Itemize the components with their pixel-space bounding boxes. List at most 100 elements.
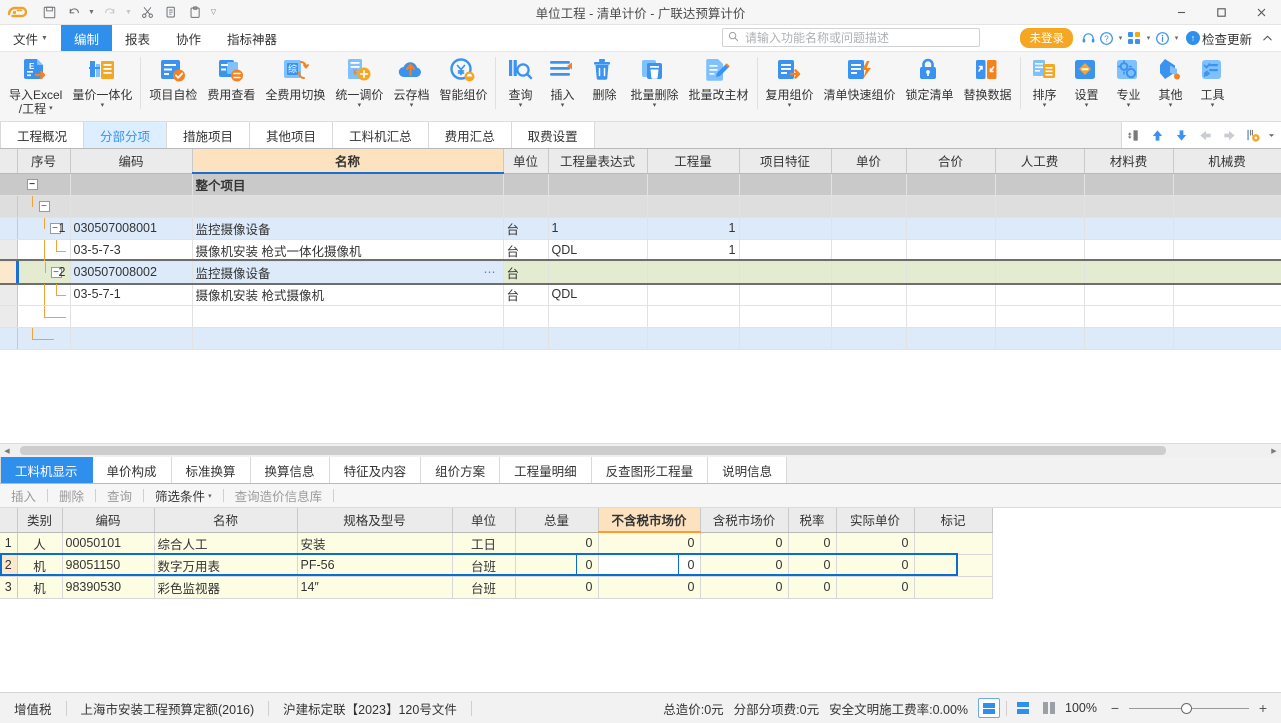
cell-unit[interactable]: 台 [503,283,549,306]
move-down-icon[interactable] [1170,123,1192,147]
mcell-code[interactable]: 98390530 [62,576,155,599]
material-row-number[interactable]: 2 [0,554,18,577]
table-row[interactable]: 03-5-7-3 摄像机安装 枪式一体化摄像机 台 QDL 1 [0,239,1281,262]
tree-cell[interactable] [17,327,71,350]
cell-material[interactable] [1084,261,1174,284]
ribbon-fee-view[interactable]: 费用查看 [202,52,260,120]
material-row[interactable]: 3 机 98390530 彩色监视器 14″ 台班 0 0 0 0 0 [0,576,993,599]
bottom-cmd-insert[interactable]: 插入 [0,484,47,507]
tree-cell[interactable]: − 1 [17,217,71,240]
table-row[interactable]: − 整个项目 [0,173,1281,196]
cell-material[interactable] [1084,283,1174,306]
cell-machine[interactable] [1173,305,1281,328]
cell-expr[interactable]: 1 [548,217,648,240]
cell-price[interactable] [831,283,907,306]
col-header-labor-fee[interactable]: 人工费 [995,149,1085,174]
cell-machine[interactable] [1173,283,1281,306]
cell-qty[interactable] [647,261,740,284]
col-header-qty[interactable]: 工程量 [647,149,740,174]
info-dropdown-caret[interactable]: ▾ [1172,28,1181,48]
cell-material[interactable] [1084,239,1174,262]
mcell-price-inc-tax[interactable]: 0 [700,554,789,577]
cell-feature[interactable] [739,327,832,350]
copy-icon[interactable] [160,2,182,22]
cell-total[interactable] [906,283,996,306]
cell-total[interactable] [906,305,996,328]
cell-unit[interactable]: 台 [503,217,549,240]
cell-name[interactable]: 监控摄像设备 ⋯ [192,261,504,284]
tab-fee-settings[interactable]: 取费设置 [511,122,595,148]
bottom-tab-material-display[interactable]: 工料机显示 [0,457,93,483]
mcol-header-unit[interactable]: 单位 [452,508,516,533]
zoom-out-button[interactable]: − [1107,699,1123,717]
row-header[interactable] [0,261,18,284]
ribbon-tools[interactable]: 工具 ▾ [1192,52,1234,120]
material-row-number[interactable]: 1 [0,532,18,555]
mcell-spec[interactable]: 14″ [297,576,453,599]
mcell-actual-price[interactable]: 0 [836,554,915,577]
mcell-actual-price[interactable]: 0 [836,576,915,599]
ribbon-quick-pricing[interactable]: 清单快速组价 [819,52,901,120]
apps-dropdown-caret[interactable]: ▾ [1144,28,1153,48]
menu-item-file[interactable]: 文件 ▼ [0,25,61,51]
row-header[interactable] [0,173,18,196]
col-header-total-price[interactable]: 合价 [906,149,996,174]
table-row[interactable]: 03-5-7-1 摄像机安装 枪式摄像机 台 QDL [0,283,1281,306]
cell-price[interactable] [831,305,907,328]
row-height-icon[interactable] [1122,123,1144,147]
cell-unit[interactable] [503,327,549,350]
mcol-header-name[interactable]: 名称 [154,508,298,533]
cell-material[interactable] [1084,327,1174,350]
cell-name[interactable]: 摄像机安装 枪式一体化摄像机 [192,239,504,262]
cell-machine[interactable] [1173,261,1281,284]
help-dropdown-caret[interactable]: ▾ [1116,28,1125,48]
cell-feature[interactable] [739,261,832,284]
cell-unit[interactable]: 台 [503,261,549,284]
table-row[interactable]: − [0,195,1281,218]
tree-cell[interactable] [17,305,71,328]
col-header-code[interactable]: 编码 [70,149,193,174]
cell-unit[interactable]: 台 [503,239,549,262]
search-box[interactable] [722,28,980,47]
scrollbar-track[interactable] [14,445,1267,456]
mcell-code[interactable]: 00050101 [62,532,155,555]
cell-material[interactable] [1084,173,1174,196]
table-row[interactable] [0,305,1281,328]
bottom-tab-features-content[interactable]: 特征及内容 [329,457,422,483]
bottom-tab-description-info[interactable]: 说明信息 [708,457,788,483]
mcell-name[interactable]: 综合人工 [154,532,298,555]
tab-measures[interactable]: 措施项目 [167,122,251,148]
reuse-pricing-dropdown-caret[interactable]: ▾ [788,102,792,110]
ribbon-smart-pricing[interactable]: 智能组价 [434,52,492,120]
cell-machine[interactable] [1173,239,1281,262]
ribbon-unified-price[interactable]: ¥ 统一调价 ▾ [330,52,388,120]
mcol-header-mark[interactable]: 标记 [914,508,993,533]
cell-total[interactable] [906,327,996,350]
cell-qty[interactable] [647,283,740,306]
bottom-tab-reverse-graphic-quantity[interactable]: 反查图形工程量 [591,457,709,483]
mcell-mark[interactable] [914,576,993,599]
ribbon-cloud-archive[interactable]: 云存档 ▾ [388,52,434,120]
cell-code[interactable] [70,327,193,350]
row-header[interactable] [0,305,18,328]
cell-feature[interactable] [739,305,832,328]
cell-price[interactable] [831,261,907,284]
mcol-header-price-inc-tax[interactable]: 含税市场价 [700,508,789,533]
cell-code[interactable] [70,195,193,218]
cell-machine[interactable] [1173,173,1281,196]
import-excel-dropdown-caret[interactable]: ▾ [49,105,53,113]
search-input[interactable] [743,29,974,46]
cell-qty[interactable] [647,305,740,328]
ribbon-sort[interactable]: 排序 ▾ [1024,52,1066,120]
qat-more-caret[interactable]: ▽ [208,2,219,22]
cell-expr[interactable]: QDL [548,239,648,262]
cell-labor[interactable] [995,195,1085,218]
mcell-name[interactable]: 数字万用表 [154,554,298,577]
ribbon-reuse-pricing[interactable]: 复用组价 ▾ [761,52,819,120]
mcell-price-inc-tax[interactable]: 0 [700,532,789,555]
service-icon[interactable] [1080,28,1097,48]
grid-horizontal-scrollbar[interactable]: ◀ ▶ [0,443,1281,457]
mcell-price-inc-tax[interactable]: 0 [700,576,789,599]
scroll-left-arrow-icon[interactable]: ◀ [0,444,14,457]
scroll-right-arrow-icon[interactable]: ▶ [1267,444,1281,457]
